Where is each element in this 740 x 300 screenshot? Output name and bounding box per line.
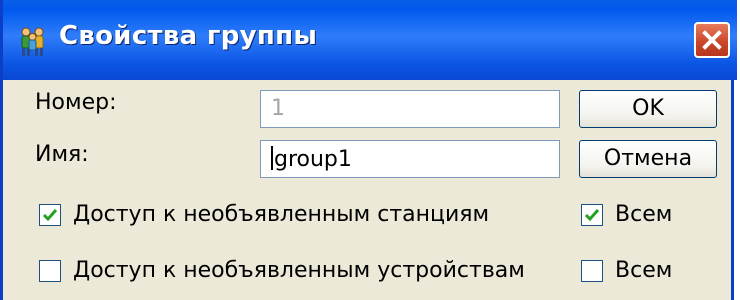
- checkmark-icon: [42, 208, 58, 221]
- close-icon: [702, 30, 722, 50]
- stations-all-checkbox[interactable]: [581, 203, 603, 226]
- devices-all-checkbox[interactable]: [581, 259, 603, 282]
- devices-access-option[interactable]: Доступ к необъявленным устройствам: [39, 258, 525, 283]
- group-properties-dialog: Свойства группы Номер: 1 Имя: group1 OK …: [0, 0, 737, 300]
- close-button[interactable]: [694, 22, 730, 58]
- stations-access-option[interactable]: Доступ к необъявленным станциям: [39, 202, 489, 227]
- stations-all-option[interactable]: Всем: [581, 202, 672, 227]
- stations-all-label: Всем: [615, 202, 673, 227]
- ok-button[interactable]: OK: [579, 90, 717, 128]
- text-caret: [271, 146, 273, 170]
- checkmark-icon: [584, 208, 600, 221]
- group-people-icon: [17, 24, 51, 58]
- devices-all-label: Всем: [615, 258, 673, 283]
- dialog-body: Номер: 1 Имя: group1 OK Отмена Доступ к …: [3, 80, 731, 300]
- devices-access-checkbox[interactable]: [39, 259, 61, 282]
- number-label: Номер:: [35, 90, 117, 115]
- devices-all-option[interactable]: Всем: [581, 258, 672, 283]
- dialog-title: Свойства группы: [59, 21, 318, 51]
- stations-access-label: Доступ к необъявленным станциям: [73, 202, 490, 227]
- devices-access-label: Доступ к необъявленным устройствам: [73, 258, 525, 283]
- name-field[interactable]: group1: [260, 140, 560, 178]
- number-field: 1: [260, 90, 560, 128]
- title-bar[interactable]: Свойства группы: [3, 0, 737, 80]
- cancel-button[interactable]: Отмена: [579, 140, 717, 178]
- stations-access-checkbox[interactable]: [39, 203, 61, 226]
- name-field-value: group1: [274, 147, 352, 172]
- name-label: Имя:: [35, 142, 89, 167]
